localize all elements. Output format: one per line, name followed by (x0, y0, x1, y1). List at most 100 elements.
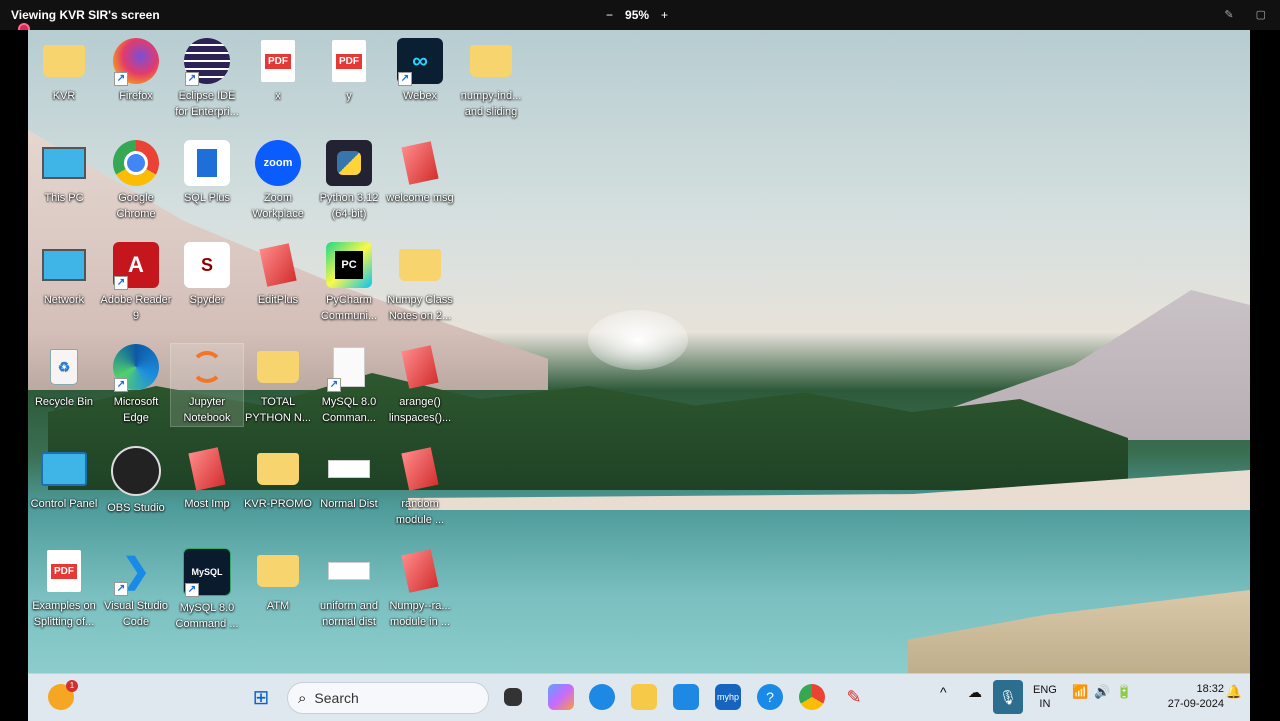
weather-widget-icon[interactable]: 1 (48, 680, 78, 710)
zoom-in-button[interactable]: + (661, 8, 668, 22)
desktop-icon-editplus[interactable]: EditPlus (242, 242, 314, 308)
editplus-file-icon (397, 446, 443, 492)
desktop-icon-kvr[interactable]: KVR (28, 38, 100, 104)
copilot-icon[interactable] (548, 684, 574, 710)
myhp-icon[interactable]: myhp (715, 684, 741, 710)
language-indicator[interactable]: ENG IN (1033, 683, 1057, 711)
desktop-icon-uniform-normal[interactable]: uniform and normal dist (313, 548, 385, 630)
date: 27-09-2024 (1167, 698, 1224, 710)
network-icon (41, 242, 87, 288)
desktop-icon-numpy-random[interactable]: Numpy--ra... module in ... (384, 548, 456, 630)
desktop-icon-label: SQL Plus (183, 192, 231, 204)
desktop-icon-label: random module ... (395, 498, 445, 526)
folder-icon (468, 38, 514, 84)
pop-out-icon[interactable]: ▢ (1256, 8, 1266, 21)
desktop-icon-this-pc[interactable]: This PC (28, 140, 100, 206)
desktop-icon-label: OBS Studio (107, 502, 165, 514)
desktop-icon-chrome[interactable]: Google Chrome (100, 140, 172, 222)
annotate-icon[interactable]: ✎ (1224, 8, 1233, 21)
onedrive-icon[interactable]: ☁ (968, 684, 982, 701)
desktop-icon-obs[interactable]: OBS Studio (100, 446, 172, 516)
wifi-icon[interactable]: 📶 (1072, 684, 1088, 700)
editplus-file-icon (397, 548, 443, 594)
desktop-icon-numpy-notes[interactable]: Numpy Class Notes on 2... (384, 242, 456, 324)
wallpaper-grass (908, 590, 1250, 673)
language-code: ENG (1033, 684, 1057, 696)
desktop-icon-python[interactable]: Python 3.12 (64-bit) (313, 140, 385, 222)
desktop-icon-x[interactable]: PDF x (242, 38, 314, 104)
image-file-icon (326, 446, 372, 492)
desktop-icon-label: Numpy Class Notes on 2... (387, 294, 453, 322)
recycle-bin-icon: ♻ (41, 344, 87, 390)
desktop-icon-numpy-folder[interactable]: numpy-ind... and sliding (455, 38, 527, 120)
desktop-icon-random-module[interactable]: random module ... (384, 446, 456, 528)
image-file-icon (326, 548, 372, 594)
desktop-icon-mysql-doc[interactable]: ↗ MySQL 8.0 Comman... (313, 344, 385, 426)
search-input[interactable]: ⌕ Search (287, 682, 489, 714)
desktop-icon-label: Recycle Bin (34, 396, 94, 408)
search-icon: ⌕ (298, 689, 307, 707)
sqlplus-icon (184, 140, 230, 186)
desktop-icon-label: EditPlus (257, 294, 299, 306)
desktop-icon-label: Python 3.12 (64-bit) (319, 192, 379, 220)
screen-share-bar: Viewing KVR SIR's screen − 95% + ✎ ▢ (0, 0, 1280, 35)
vscode-icon: ❯ ↗ (113, 548, 159, 596)
help-icon[interactable]: ? (757, 684, 783, 710)
desktop-icon-firefox[interactable]: ↗ Firefox (100, 38, 172, 104)
desktop-icon-spyder[interactable]: S Spyder (171, 242, 243, 308)
desktop-icon-vscode[interactable]: ❯ ↗ Visual Studio Code (100, 548, 172, 630)
battery-icon[interactable]: 🔋 (1116, 684, 1132, 700)
desktop-icon-webex[interactable]: ∞ ↗ Webex (384, 38, 456, 104)
desktop-icon-adobe[interactable]: A ↗ Adobe Reader 9 (100, 242, 172, 324)
desktop-icon-label: ATM (266, 600, 290, 612)
desktop-icon-network[interactable]: Network (28, 242, 100, 308)
desktop-icon-label: MySQL 8.0 Comman... (321, 396, 377, 424)
store-icon[interactable] (673, 684, 699, 710)
desktop-icon-sql-plus[interactable]: SQL Plus (171, 140, 243, 206)
desktop-icon-label: Adobe Reader 9 (100, 294, 172, 322)
desktop-icon-eclipse[interactable]: ↗ Eclipse IDE for Enterpri... (171, 38, 243, 120)
show-hidden-icons-button[interactable]: ^ (940, 684, 947, 700)
file-explorer-icon[interactable] (631, 684, 657, 710)
volume-icon[interactable]: 🔊 (1094, 684, 1110, 700)
desktop-icon-zoom[interactable]: zoom Zoom Workplace (242, 140, 314, 222)
desktop-icon-label: y (346, 90, 352, 102)
desktop: KVR ↗ Firefox ↗ Eclipse IDE for Enterpri… (28, 30, 1250, 673)
task-view-icon[interactable] (504, 688, 522, 706)
desktop-icon-examples-splitting[interactable]: PDF Examples on Splitting of... (28, 548, 100, 630)
search-placeholder: Search (314, 690, 359, 706)
editplus-file-icon (397, 344, 443, 390)
desktop-icon-arange[interactable]: arange() linspaces()... (384, 344, 456, 426)
desktop-icon-edge[interactable]: ↗ Microsoft Edge (100, 344, 172, 426)
zoom-out-button[interactable]: − (606, 8, 613, 22)
desktop-icon-atm[interactable]: ATM (242, 548, 314, 614)
desktop-icon-control-panel[interactable]: Control Panel (28, 446, 100, 512)
desktop-icon-label: numpy-ind... and sliding (460, 90, 522, 118)
viewer-actions: ✎ ▢ (1224, 8, 1266, 21)
start-button[interactable]: ⊞ (248, 684, 274, 710)
notification-badge: 1 (66, 680, 78, 692)
edge-taskbar-icon[interactable] (589, 684, 615, 710)
desktop-icon-label: Numpy--ra... module in ... (389, 600, 451, 628)
desktop-icon-welcome-msg[interactable]: welcome msg (384, 140, 456, 206)
editplus-file-icon (397, 140, 443, 186)
webex-icon: ∞ ↗ (397, 38, 443, 86)
desktop-icon-mysql-cmd[interactable]: MySQL ↗ MySQL 8.0 Command ... (171, 548, 243, 632)
notifications-icon[interactable]: 🔔 (1226, 684, 1242, 700)
chrome-taskbar-icon[interactable] (799, 684, 825, 710)
pdf-icon: PDF (255, 38, 301, 84)
microphone-icon[interactable]: 🎙 (993, 680, 1023, 714)
desktop-icon-pycharm[interactable]: PC PyCharm Communi... (313, 242, 385, 324)
editplus-taskbar-icon[interactable]: ✎ (841, 684, 867, 710)
desktop-icon-recycle-bin[interactable]: ♻ Recycle Bin (28, 344, 100, 410)
desktop-icon-kvr-promo[interactable]: KVR-PROMO (242, 446, 314, 512)
desktop-icon-label: x (275, 90, 281, 102)
desktop-icon-label: Most Imp (184, 498, 230, 510)
desktop-icon-normal-dist[interactable]: Normal Dist (313, 446, 385, 512)
desktop-icon-most-imp[interactable]: Most Imp (171, 446, 243, 512)
clock[interactable]: 18:32 27-09-2024 (1168, 682, 1224, 712)
desktop-icon-y[interactable]: PDF y (313, 38, 385, 104)
desktop-icon-label: Examples on Splitting of... (32, 600, 96, 628)
desktop-icon-total-python[interactable]: TOTAL PYTHON N... (242, 344, 314, 426)
desktop-icon-jupyter[interactable]: Jupyter Notebook (170, 343, 244, 427)
